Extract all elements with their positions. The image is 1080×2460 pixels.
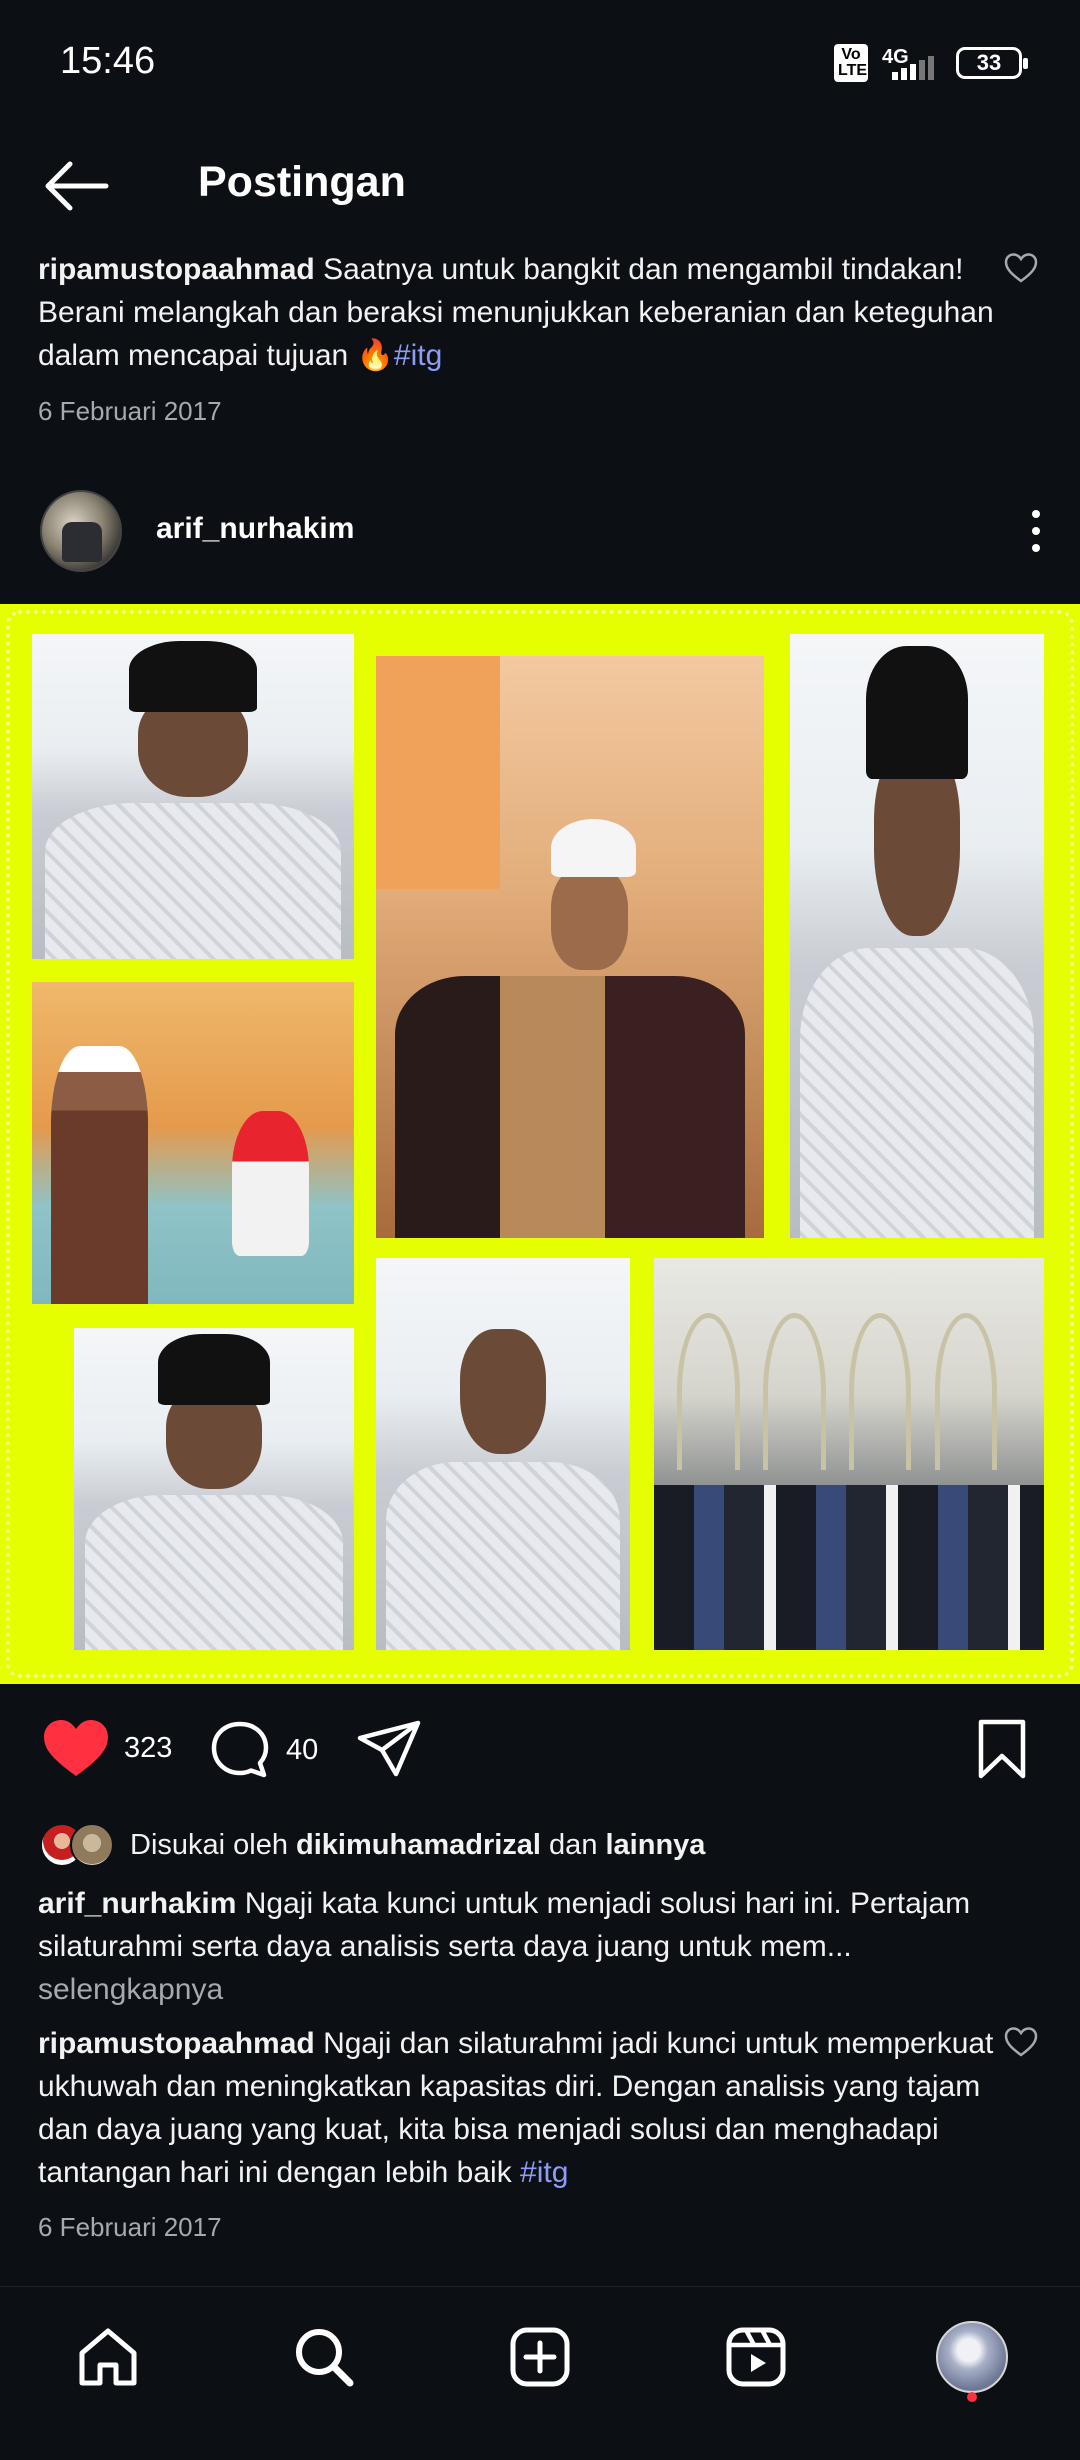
nav-search[interactable] (288, 2321, 360, 2393)
reels-icon (726, 2327, 786, 2387)
collage-photo (32, 982, 354, 1304)
back-button[interactable] (40, 160, 112, 212)
likers-others[interactable]: lainnya (606, 1829, 706, 1861)
signal-icon: 4G (882, 46, 942, 80)
volte-icon: Vo LTE (834, 44, 868, 82)
arrow-left-icon (45, 161, 109, 211)
like-count[interactable]: 323 (124, 1732, 172, 1765)
bottom-navigation (0, 2286, 1080, 2460)
liked-by-text[interactable]: Disukai oleh dikimuhamadrizal dan lainny… (130, 1829, 705, 1862)
plus-square-icon (510, 2327, 570, 2387)
hashtag-link[interactable]: #itg (520, 2156, 568, 2189)
nav-home[interactable] (72, 2321, 144, 2393)
comment-username[interactable]: ripamustopaahmad (38, 253, 315, 286)
status-bar: 15:46 Vo LTE 4G 33 (0, 0, 1080, 130)
comment-button[interactable]: 40 (208, 1718, 318, 1782)
nav-reels[interactable] (720, 2321, 792, 2393)
liker-username[interactable]: dikimuhamadrizal (296, 1829, 541, 1861)
search-icon (296, 2329, 354, 2387)
like-button[interactable]: 323 (42, 1718, 172, 1778)
share-button[interactable] (356, 1718, 422, 1780)
nav-profile[interactable] (936, 2321, 1008, 2393)
see-more-link[interactable]: selengkapnya (38, 1973, 223, 2006)
collage-photo (376, 656, 764, 1238)
post-image[interactable] (0, 604, 1080, 1684)
comment-text: ripamustopaahmad Ngaji dan silaturahmi j… (38, 2022, 998, 2194)
heart-filled-icon (44, 1720, 108, 1776)
comment-username[interactable]: ripamustopaahmad (38, 2027, 315, 2060)
home-icon (79, 2328, 137, 2386)
battery-icon: 33 (956, 47, 1028, 79)
comment-text: ripamustopaahmad Saatnya untuk bangkit d… (38, 248, 998, 377)
collage-photo (654, 1258, 1044, 1650)
hashtag-link[interactable]: #itg (394, 339, 442, 372)
liker-avatar (70, 1823, 114, 1867)
comment-like-icon[interactable] (1004, 252, 1038, 284)
caption-username[interactable]: arif_nurhakim (38, 1887, 236, 1920)
post-caption: arif_nurhakim Ngaji kata kunci untuk men… (38, 1882, 998, 2011)
collage-photo (376, 1258, 630, 1650)
post-header: arif_nurhakim (0, 488, 1080, 576)
status-icons: Vo LTE 4G 33 (834, 44, 1028, 82)
fire-emoji: 🔥 (356, 339, 394, 372)
collage-photo (74, 1328, 354, 1650)
collage-photo (32, 634, 354, 959)
comment-like-icon[interactable] (1004, 2026, 1038, 2058)
comment-bubble-icon (211, 1721, 269, 1778)
notification-dot (967, 2392, 977, 2402)
send-icon (357, 1720, 421, 1777)
bookmark-icon (978, 1719, 1026, 1779)
nav-create[interactable] (504, 2321, 576, 2393)
author-username[interactable]: arif_nurhakim (156, 512, 354, 546)
author-avatar[interactable] (40, 490, 122, 572)
top-app-bar: Postingan (0, 140, 1080, 230)
collage-photo (790, 634, 1044, 1238)
comment-date: 6 Februari 2017 (38, 396, 222, 426)
save-button[interactable] (976, 1718, 1028, 1780)
comment-count[interactable]: 40 (286, 1734, 318, 1767)
profile-avatar (936, 2321, 1008, 2393)
more-options-button[interactable] (1026, 506, 1046, 556)
liked-by-row[interactable]: Disukai oleh dikimuhamadrizal dan lainny… (40, 1820, 705, 1870)
page-title: Postingan (198, 158, 406, 206)
comment-date: 6 Februari 2017 (38, 2212, 222, 2242)
more-dots-icon (1032, 510, 1040, 518)
status-time: 15:46 (60, 40, 156, 82)
post-actions: 323 40 (0, 1710, 1080, 1790)
